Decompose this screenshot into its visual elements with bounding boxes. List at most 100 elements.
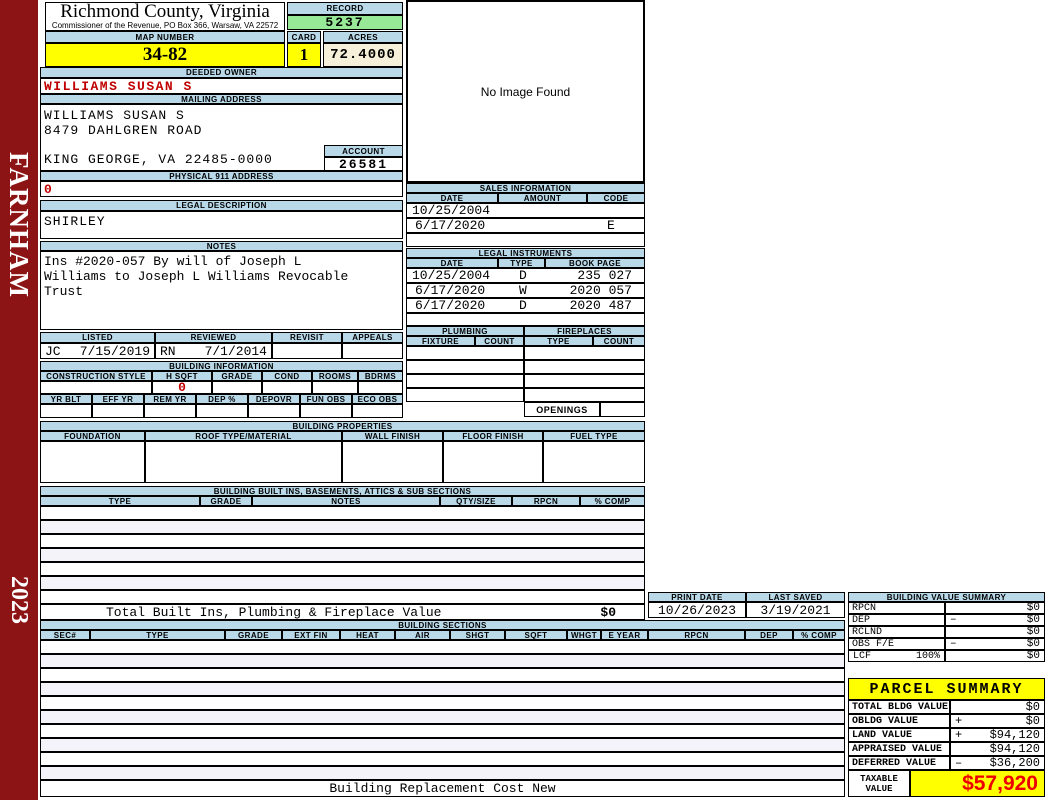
acres-label: ACRES bbox=[323, 31, 403, 43]
foundation-value bbox=[40, 441, 145, 483]
bvs-value-cell: $0 bbox=[945, 602, 1045, 614]
notes-line: Trust bbox=[44, 284, 84, 299]
building-sections-row bbox=[40, 724, 845, 738]
ps-value: $94,120 bbox=[989, 742, 1040, 756]
dep-pct-value bbox=[196, 404, 248, 418]
building-sections-row bbox=[40, 682, 845, 696]
yrblt-value bbox=[40, 404, 92, 418]
funobs-header: FUN OBS bbox=[300, 394, 352, 404]
built-ins-notes-header: NOTES bbox=[252, 496, 440, 506]
foundation-header: FOUNDATION bbox=[40, 431, 145, 441]
bvs-value-cell: $0 bbox=[945, 650, 1045, 662]
instr-type: W bbox=[519, 283, 527, 298]
listed-by: JC bbox=[45, 343, 61, 359]
building-sections-row bbox=[40, 738, 845, 752]
built-ins-total-row: Total Built Ins, Plumbing & Fireplace Va… bbox=[40, 604, 645, 620]
built-ins-qty-header: QTY/SIZE bbox=[440, 496, 512, 506]
title-block: Richmond County, Virginia Commissioner o… bbox=[45, 2, 285, 31]
ps-label: DEFERRED VALUE bbox=[848, 756, 950, 770]
ps-op: + bbox=[955, 728, 963, 742]
print-date-label: PRINT DATE bbox=[648, 592, 746, 602]
appeals-value bbox=[342, 343, 403, 359]
sales-date-header: DATE bbox=[406, 193, 498, 203]
instr-type-header: TYPE bbox=[498, 258, 545, 268]
revisit-value bbox=[272, 343, 342, 359]
sec-air-header: AIR bbox=[395, 630, 450, 640]
bottom-caption: Building Replacement Cost New bbox=[40, 780, 845, 797]
bvs-value: $0 bbox=[1026, 638, 1040, 650]
county-subtitle: Commissioner of the Revenue, PO Box 366,… bbox=[51, 21, 279, 30]
sale-code: E bbox=[607, 218, 615, 233]
plumbing-row bbox=[406, 388, 524, 402]
construction-style-header: CONSTRUCTION STYLE bbox=[40, 371, 152, 381]
reviewed-date: 7/1/2014 bbox=[204, 343, 267, 359]
fireplace-row bbox=[524, 388, 645, 402]
bvs-label: RCLND bbox=[848, 626, 945, 638]
account-value: 26581 bbox=[324, 157, 403, 171]
sec-sqft-header: SQFT bbox=[505, 630, 567, 640]
mailing-line: WILLIAMS SUSAN S bbox=[44, 108, 185, 123]
building-sections-title: BUILDING SECTIONS bbox=[40, 620, 845, 630]
openings-label: OPENINGS bbox=[524, 402, 600, 417]
rooms-value bbox=[312, 381, 358, 394]
built-ins-rpcn-header: RPCN bbox=[512, 496, 580, 506]
instr-bookpage: 235 027 bbox=[577, 268, 632, 283]
acres-value: 72.4000 bbox=[323, 43, 403, 67]
building-sections-row bbox=[40, 640, 845, 654]
building-sections-row bbox=[40, 752, 845, 766]
floor-finish-value bbox=[443, 441, 543, 483]
wall-finish-value bbox=[342, 441, 443, 483]
bvs-op: – bbox=[950, 638, 957, 650]
listed-date: 7/15/2019 bbox=[79, 343, 150, 359]
depovr-value bbox=[248, 404, 300, 418]
ps-value: $94,120 bbox=[989, 728, 1040, 742]
construction-style-value bbox=[40, 381, 152, 394]
grade-value bbox=[212, 381, 262, 394]
sec-extfin-header: EXT FIN bbox=[282, 630, 340, 640]
sales-code-header: CODE bbox=[587, 193, 645, 203]
ps-value: $0 bbox=[1025, 700, 1040, 714]
district-label: FARNHAM bbox=[4, 152, 35, 298]
bvs-value: $0 bbox=[1026, 602, 1040, 614]
ps-value: $0 bbox=[1025, 714, 1040, 728]
fireplace-row bbox=[524, 360, 645, 374]
record-label: RECORD bbox=[287, 2, 403, 15]
building-properties-title: BUILDING PROPERTIES bbox=[40, 421, 645, 431]
deeded-owner-value: WILLIAMS SUSAN S bbox=[40, 78, 403, 94]
bvs-value-cell: – $0 bbox=[945, 638, 1045, 650]
instr-bookpage-header: BOOK PAGE bbox=[545, 258, 645, 268]
card-label: CARD bbox=[287, 31, 321, 43]
building-value-summary-title: BUILDING VALUE SUMMARY bbox=[848, 592, 1045, 602]
built-ins-total-label: Total Built Ins, Plumbing & Fireplace Va… bbox=[106, 604, 442, 620]
fuel-type-value bbox=[543, 441, 645, 483]
instrument-row: 6/17/2020 D 2020 487 bbox=[406, 298, 645, 313]
deeded-owner-label: DEEDED OWNER bbox=[40, 67, 403, 78]
ps-value-cell: $94,120 bbox=[950, 742, 1045, 756]
sec-header: SEC# bbox=[40, 630, 90, 640]
sec-type-header: TYPE bbox=[90, 630, 225, 640]
wall-finish-header: WALL FINISH bbox=[342, 431, 443, 441]
dep-pct-header: DEP % bbox=[196, 394, 248, 404]
bvs-value: $0 bbox=[1026, 626, 1040, 638]
ps-label: APPRAISED VALUE bbox=[848, 742, 950, 756]
bvs-label: RPCN bbox=[848, 602, 945, 614]
cond-header: COND bbox=[262, 371, 312, 381]
fuel-type-header: FUEL TYPE bbox=[543, 431, 645, 441]
sales-row: 6/17/2020 E bbox=[406, 218, 645, 233]
listed-header: LISTED bbox=[40, 332, 155, 343]
fixture-count-header: COUNT bbox=[475, 336, 524, 346]
ecoobs-header: ECO OBS bbox=[352, 394, 403, 404]
map-number-value: 34-82 bbox=[45, 43, 285, 67]
bvs-label: OBS F/E bbox=[848, 638, 945, 650]
instrument-row bbox=[406, 313, 645, 326]
sec-shgt-header: SHGT bbox=[450, 630, 505, 640]
property-record-card: FARNHAM 2023 Richmond County, Virginia C… bbox=[0, 0, 1050, 800]
sec-heat-header: HEAT bbox=[340, 630, 395, 640]
legal-description-box: SHIRLEY bbox=[40, 211, 403, 239]
instr-type: D bbox=[519, 298, 527, 313]
mailing-line: KING GEORGE, VA 22485-0000 bbox=[44, 152, 273, 167]
building-sections-row bbox=[40, 654, 845, 668]
instr-date: 6/17/2020 bbox=[415, 298, 486, 313]
openings-value bbox=[600, 402, 645, 417]
ps-label: OBLDG VALUE bbox=[848, 714, 950, 728]
